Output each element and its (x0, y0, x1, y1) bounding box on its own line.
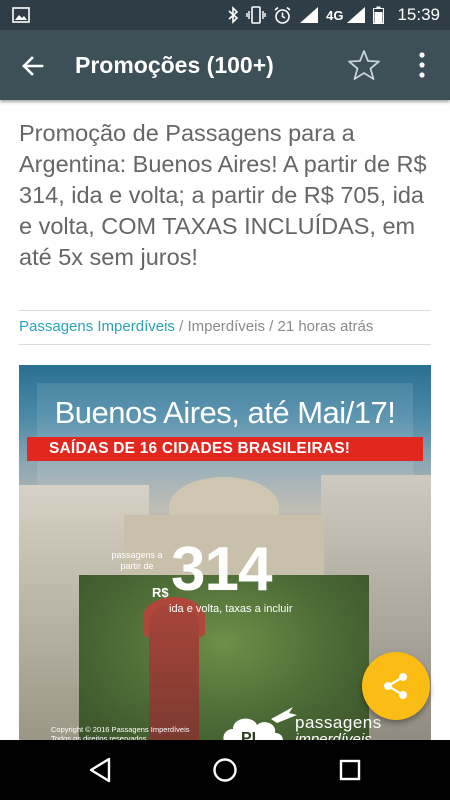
image-icon (12, 7, 30, 23)
more-vertical-icon[interactable] (412, 50, 432, 80)
nav-back-icon[interactable] (88, 757, 112, 783)
source-link[interactable]: Passagens Imperdíveis (19, 318, 175, 335)
price-value: 314 (171, 535, 272, 604)
brand-logo-icon: PI (223, 707, 297, 745)
cell-signal-icon (347, 7, 366, 23)
article-meta: Passagens Imperdíveis / Imperdíveis / 21… (19, 318, 373, 335)
article-headline: Promoção de Passagens para a Argentina: … (19, 120, 427, 270)
nav-home-icon[interactable] (212, 757, 238, 783)
page-title: Promoções (100+) (75, 52, 274, 78)
nav-recents-icon[interactable] (339, 759, 361, 781)
share-button[interactable] (362, 652, 430, 720)
network-type-label: 4G (326, 7, 344, 23)
promo-title: Buenos Aires, até Mai/17! (54, 395, 396, 430)
divider (19, 310, 431, 311)
copyright-line: Copyright © 2016 Passagens Imperdíveis (51, 725, 190, 734)
status-bar: 4G 15:39 (0, 0, 450, 30)
bluetooth-icon (228, 6, 239, 24)
time-ago: 21 horas atrás (277, 318, 374, 335)
price-note: ida e volta, taxas a incluir (169, 603, 293, 615)
alarm-icon (274, 6, 291, 24)
status-time: 15:39 (397, 5, 440, 24)
meta-separator: / (174, 318, 188, 335)
price-label: passagens a partir de (111, 550, 163, 571)
app-bar: Promoções (100+) (0, 30, 450, 100)
wifi-signal-icon (300, 7, 319, 23)
divider (19, 344, 431, 345)
category-label[interactable]: Imperdíveis (187, 318, 265, 335)
tower (149, 605, 199, 745)
status-icons: 4G 15:39 (227, 0, 440, 30)
navigation-bar (0, 740, 450, 800)
star-outline-icon[interactable] (346, 48, 382, 82)
battery-icon (373, 6, 385, 24)
back-arrow-icon[interactable] (18, 51, 48, 81)
share-icon (384, 673, 407, 699)
price-currency: R$ (152, 585, 169, 600)
logo-text: passagens (295, 713, 382, 732)
meta-separator: / (264, 318, 278, 335)
vibrate-icon (246, 6, 266, 24)
promo-banner: SAÍDAS DE 16 CIDADES BRASILEIRAS! (27, 437, 423, 461)
